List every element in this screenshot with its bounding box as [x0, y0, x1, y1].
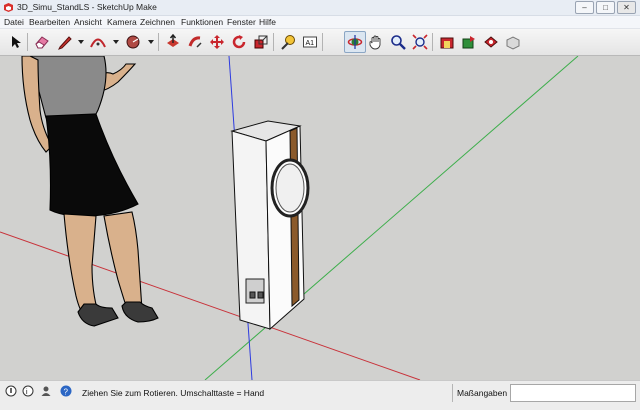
toolbar-separator	[158, 33, 159, 51]
tape-measure-tool-button[interactable]	[278, 32, 298, 52]
arrow-cursor-icon	[12, 36, 21, 48]
close-button[interactable]: ✕	[617, 1, 636, 14]
geo-location-icon[interactable]	[5, 385, 17, 397]
orbit-icon	[347, 35, 363, 49]
circle-icon	[126, 35, 140, 49]
window-title: 3D_Simu_StandLS - SketchUp Make	[17, 2, 157, 12]
scale-tool-button[interactable]	[251, 32, 271, 52]
menu-ansicht[interactable]: Ansicht	[74, 17, 102, 27]
pencil-icon	[58, 36, 72, 50]
svg-text:?: ?	[64, 387, 69, 396]
toolbar: A1	[0, 29, 640, 56]
share-component-tool-button[interactable]	[503, 32, 523, 52]
circle-dropdown-icon[interactable]	[148, 40, 154, 44]
user-icon[interactable]	[40, 385, 52, 397]
follow-me-icon	[188, 36, 202, 48]
measurements-input[interactable]	[510, 384, 636, 402]
red-axis	[0, 231, 421, 380]
extension-warehouse-icon	[484, 36, 498, 48]
pencil-tool-button[interactable]	[55, 32, 75, 52]
menu-zeichnen[interactable]: Zeichnen	[140, 17, 175, 27]
menu-kamera[interactable]: Kamera	[107, 17, 137, 27]
menu-bearbeiten[interactable]: Bearbeiten	[29, 17, 70, 27]
scene-canvas[interactable]	[0, 56, 640, 380]
eraser-icon	[35, 36, 49, 49]
toolbar-separator	[322, 33, 323, 51]
menu-datei[interactable]: Datei	[4, 17, 24, 27]
3d-viewport[interactable]	[0, 56, 640, 380]
pan-tool-button[interactable]	[366, 32, 386, 52]
minimize-button[interactable]: –	[575, 1, 594, 14]
sketchup-logo-icon	[4, 3, 13, 12]
hand-icon	[369, 35, 381, 50]
status-divider	[452, 384, 453, 402]
svg-text:A1: A1	[306, 40, 315, 47]
arc-tool-button[interactable]	[88, 32, 108, 52]
eraser-tool-button[interactable]	[32, 32, 52, 52]
measurements-label: Maßangaben	[457, 388, 508, 398]
circle-tool-button[interactable]	[123, 32, 143, 52]
orbit-tool-button[interactable]	[344, 31, 366, 53]
select-tool-button[interactable]	[6, 32, 26, 52]
pencil-dropdown-icon[interactable]	[78, 40, 84, 44]
move-icon	[210, 35, 224, 49]
arc-icon	[90, 38, 106, 48]
speaker-model	[230, 120, 310, 331]
toolbar-separator	[273, 33, 274, 51]
menu-bar: Datei Bearbeiten Ansicht Kamera Zeichnen…	[0, 16, 640, 29]
zoom-tool-button[interactable]	[388, 32, 408, 52]
credits-icon[interactable]: i	[22, 385, 34, 397]
toolbar-separator	[432, 33, 433, 51]
rotate-icon	[232, 35, 246, 49]
title-bar: 3D_Simu_StandLS - SketchUp Make – □ ✕	[0, 0, 640, 16]
arc-dropdown-icon[interactable]	[113, 40, 119, 44]
zoom-extents-tool-button[interactable]	[410, 32, 430, 52]
extension-warehouse-tool-button[interactable]	[481, 32, 501, 52]
maximize-button[interactable]: □	[596, 1, 615, 14]
text-tool-button[interactable]: A1	[300, 32, 320, 52]
warehouse-icon	[440, 37, 454, 49]
status-hint: Ziehen Sie zum Rotieren. Umschalttaste =…	[82, 388, 265, 398]
menu-funktionen[interactable]: Funktionen	[181, 17, 223, 27]
share-model-tool-button[interactable]	[459, 32, 479, 52]
toolbar-separator	[27, 33, 28, 51]
window-controls: – □ ✕	[575, 1, 636, 14]
move-tool-button[interactable]	[207, 32, 227, 52]
zoom-extents-icon	[412, 34, 428, 50]
share-model-icon	[462, 36, 475, 49]
push-pull-icon	[167, 34, 179, 47]
scale-icon	[254, 35, 268, 49]
help-icon[interactable]: ?	[60, 385, 72, 397]
follow-me-tool-button[interactable]	[185, 32, 205, 52]
status-bar: i ? Ziehen Sie zum Rotieren. Umschalttas…	[0, 380, 640, 410]
rotate-tool-button[interactable]	[229, 32, 249, 52]
warehouse-tool-button[interactable]	[437, 32, 457, 52]
menu-hilfe[interactable]: Hilfe	[259, 17, 276, 27]
share-component-icon	[506, 36, 520, 50]
tape-measure-icon	[281, 35, 295, 50]
magnifier-icon	[391, 35, 406, 50]
menu-fenster[interactable]: Fenster	[227, 17, 256, 27]
person-figure	[21, 56, 159, 327]
push-pull-tool-button[interactable]	[163, 32, 183, 52]
text-label-icon: A1	[303, 36, 317, 48]
